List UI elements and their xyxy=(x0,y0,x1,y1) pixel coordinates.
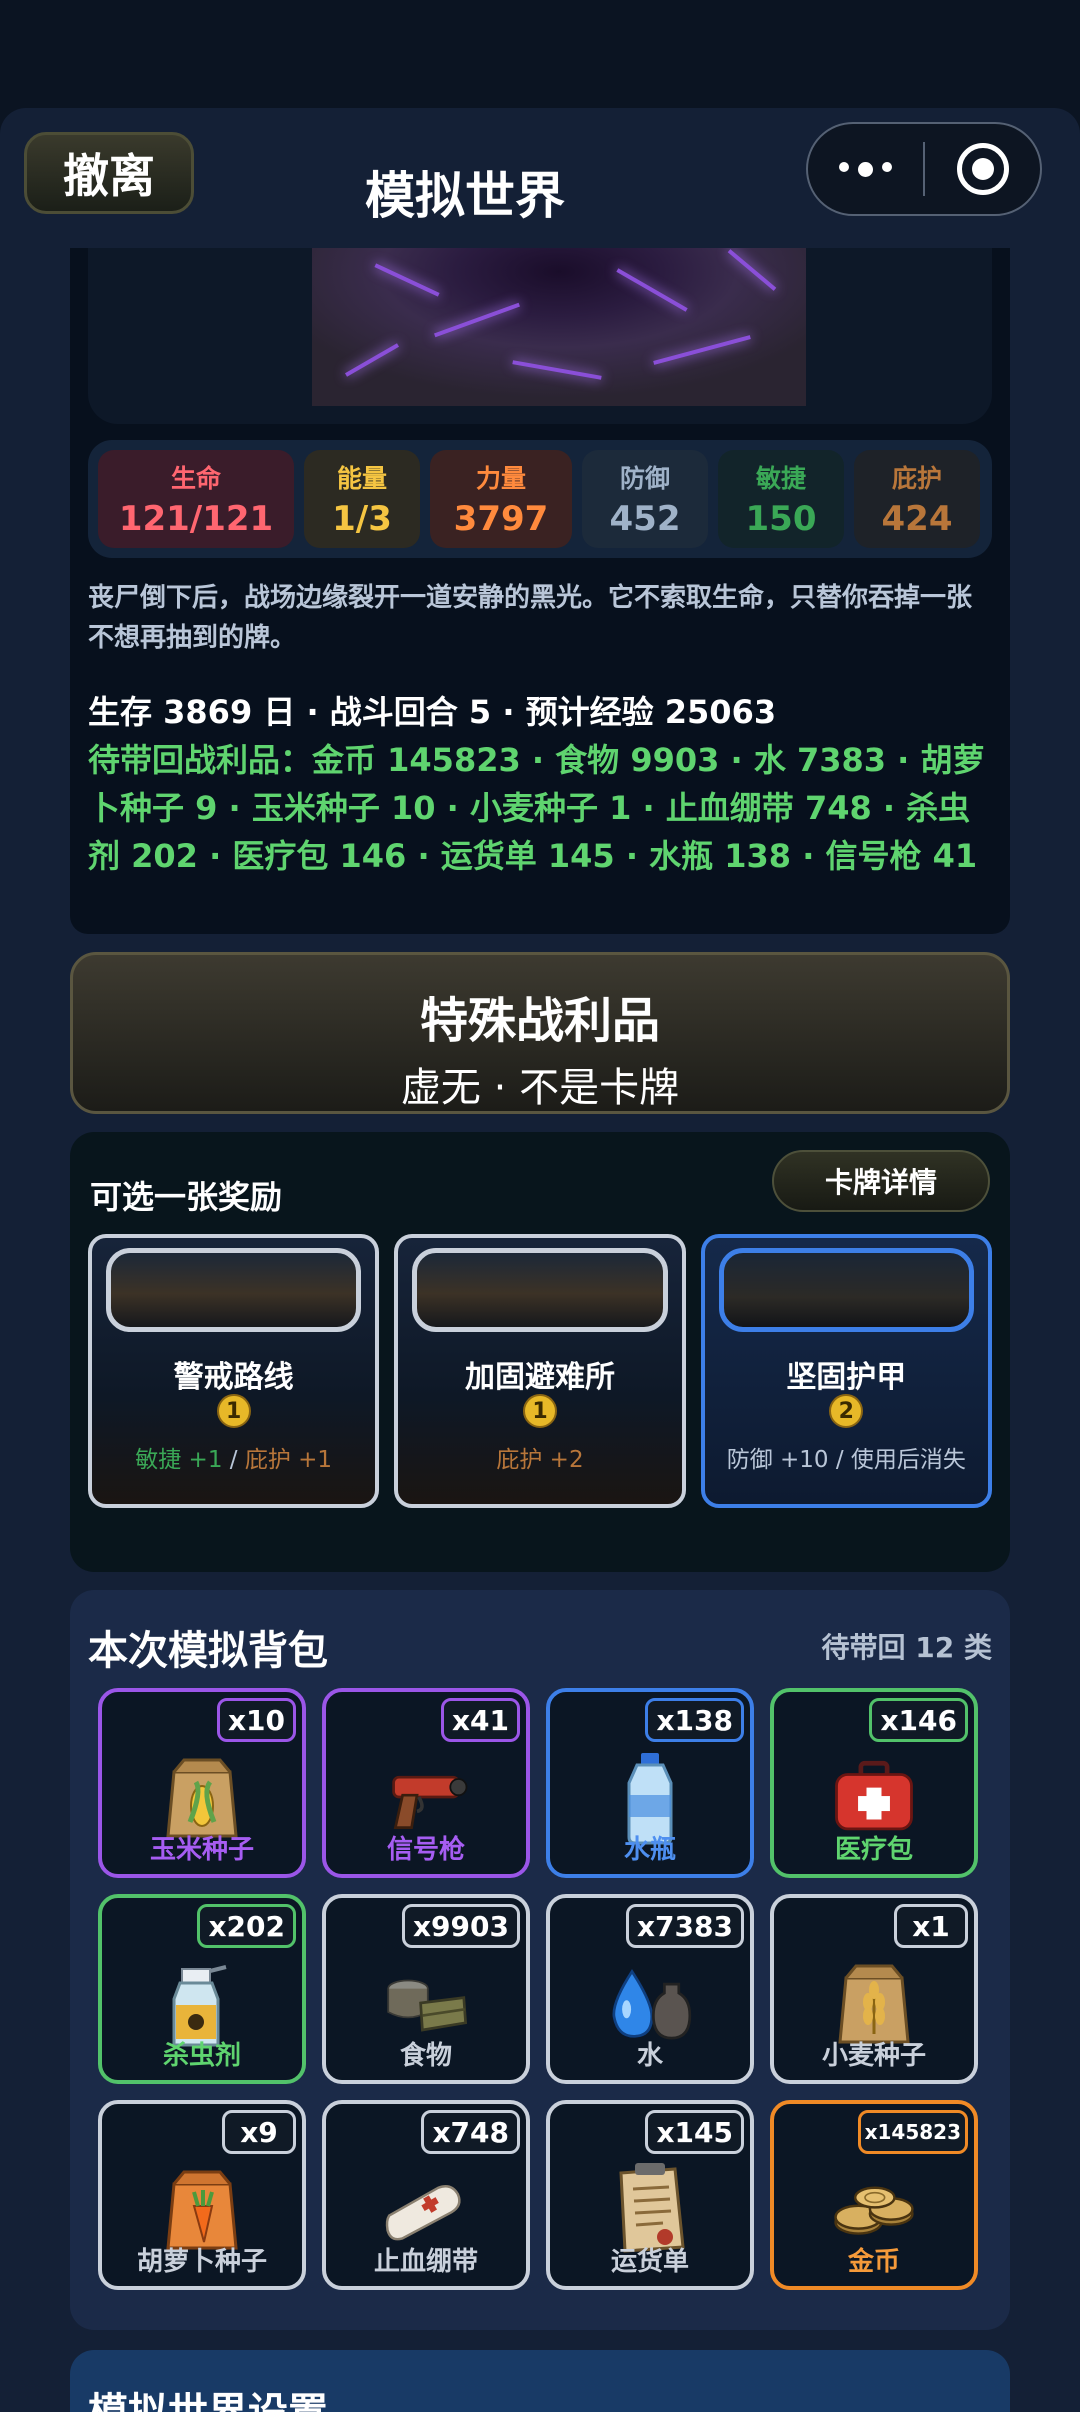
backpack-heading: 本次模拟背包 xyxy=(88,1628,328,1674)
item-name: 杀虫剂 xyxy=(162,2041,241,2071)
item-quantity-badge: x145823 xyxy=(857,2110,968,2154)
stat-strength: 力量 3797 xyxy=(430,450,572,548)
run-summary: 生存 3869 日 · 战斗回合 5 · 预计经验 25063 待带回战利品：金… xyxy=(88,688,992,880)
backpack-item[interactable]: x748 止血绷带 xyxy=(322,2100,530,2290)
backpack-panel: 本次模拟背包 待带回 12 类 x10 玉米种子 x41 信号枪 x138 水瓶 x146 医… xyxy=(70,1590,1010,2330)
backpack-count: 待带回 12 类 xyxy=(821,1631,992,1664)
stat-agility: 敏捷 150 xyxy=(718,450,844,548)
backpack-item[interactable]: x1 小麦种子 xyxy=(770,1894,978,2084)
backpack-item[interactable]: x202 杀虫剂 xyxy=(98,1894,306,2084)
item-name: 金币 xyxy=(847,2247,900,2277)
item-quantity-badge: x9 xyxy=(222,2110,296,2154)
stat-defense: 防御 452 xyxy=(582,450,708,548)
item-name: 水 xyxy=(636,2041,663,2071)
reward-panel: 可选一张奖励 卡牌详情 警戒路线 1 敏捷 +1 / 庇护 +1 加固避难所 1… xyxy=(70,1132,1010,1572)
item-quantity-badge: x9903 xyxy=(402,1904,520,1948)
app-page: 撤离 模拟世界 生命 121/121 能量 1/3 力量 3797 防御 452… xyxy=(0,0,1080,2412)
survival-summary: 生存 3869 日 · 战斗回合 5 · 预计经验 25063 xyxy=(88,693,777,731)
next-section-title: 模拟世界设置 xyxy=(88,2380,328,2412)
battle-info-card: 生命 121/121 能量 1/3 力量 3797 防御 452 敏捷 150 … xyxy=(70,248,1010,934)
backpack-item[interactable]: x145 运货单 xyxy=(546,2100,754,2290)
close-miniprogram-icon[interactable] xyxy=(925,143,1040,195)
card-art-image xyxy=(412,1248,668,1332)
card-name: 加固避难所 xyxy=(464,1360,615,1395)
backpack-item[interactable]: x145823 金币 xyxy=(770,2100,978,2290)
backpack-item[interactable]: x138 水瓶 xyxy=(546,1688,754,1878)
reward-card[interactable]: 坚固护甲 2 防御 +10 / 使用后消失 xyxy=(700,1234,992,1508)
card-name: 坚固护甲 xyxy=(786,1360,907,1395)
narrative-text: 丧尸倒下后，战场边缘裂开一道安静的黑光。它不索取生命，只替你吞掉一张不想再抽到的… xyxy=(88,583,973,653)
card-effect: 防御 +10 / 使用后消失 xyxy=(726,1447,966,1473)
void-rift-image xyxy=(312,248,806,406)
item-quantity-badge: x1 xyxy=(894,1904,968,1948)
status-bar xyxy=(0,0,1080,108)
backpack-item[interactable]: x10 玉米种子 xyxy=(98,1688,306,1878)
special-loot-subtitle: 虚无 · 不是卡牌 xyxy=(400,1065,680,1111)
special-loot-title: 特殊战利品 xyxy=(419,993,660,1049)
card-effect: 庇护 +2 xyxy=(496,1447,584,1473)
reward-card[interactable]: 加固避难所 1 庇护 +2 xyxy=(394,1234,686,1508)
reward-card[interactable]: 警戒路线 1 敏捷 +1 / 庇护 +1 xyxy=(88,1234,380,1508)
item-quantity-badge: x7383 xyxy=(626,1904,744,1948)
item-name: 水瓶 xyxy=(623,1835,676,1865)
card-detail-button[interactable]: 卡牌详情 xyxy=(772,1150,990,1212)
special-loot-button[interactable]: 特殊战利品 虚无 · 不是卡牌 xyxy=(70,952,1010,1114)
card-name: 警戒路线 xyxy=(173,1360,294,1395)
item-name: 胡萝卜种子 xyxy=(136,2247,267,2277)
backpack-item[interactable]: x9 胡萝卜种子 xyxy=(98,2100,306,2290)
item-quantity-badge: x202 xyxy=(197,1904,296,1948)
item-name: 医疗包 xyxy=(834,1835,913,1865)
card-art-image xyxy=(106,1248,362,1332)
item-quantity-badge: x748 xyxy=(421,2110,520,2154)
pending-loot-summary: 待带回战利品：金币 145823 · 食物 9903 · 水 7383 · 胡萝… xyxy=(88,741,985,875)
item-name: 小麦种子 xyxy=(821,2041,926,2071)
item-name: 食物 xyxy=(399,2041,452,2071)
reward-heading: 可选一张奖励 xyxy=(90,1178,283,1216)
backpack-item[interactable]: x9903 食物 xyxy=(322,1894,530,2084)
stat-energy: 能量 1/3 xyxy=(304,450,420,548)
item-quantity-badge: x138 xyxy=(645,1698,744,1742)
item-name: 运货单 xyxy=(610,2247,689,2277)
item-quantity-badge: x145 xyxy=(645,2110,744,2154)
energy-cost-icon: 1 xyxy=(216,1394,251,1428)
card-art-image xyxy=(718,1248,974,1332)
reward-cards: 警戒路线 1 敏捷 +1 / 庇护 +1 加固避难所 1 庇护 +2 坚固护甲 … xyxy=(88,1234,992,1508)
item-name: 信号枪 xyxy=(386,1835,465,1865)
item-name: 玉米种子 xyxy=(149,1835,254,1865)
item-quantity-badge: x10 xyxy=(216,1698,296,1742)
backpack-item[interactable]: x41 信号枪 xyxy=(322,1688,530,1878)
next-section-header: 模拟世界设置 xyxy=(70,2350,1010,2412)
backpack-item[interactable]: x7383 水 xyxy=(546,1894,754,2084)
stats-bar: 生命 121/121 能量 1/3 力量 3797 防御 452 敏捷 150 … xyxy=(88,440,992,558)
stat-hp: 生命 121/121 xyxy=(98,450,294,548)
capsule-menu xyxy=(806,122,1042,216)
page-title: 模拟世界 xyxy=(365,167,565,225)
backpack-grid: x10 玉米种子 x41 信号枪 x138 水瓶 x146 医疗包 x202 杀虫剂 x9903 食物… xyxy=(98,1688,982,2290)
more-icon[interactable] xyxy=(808,161,923,177)
stat-shelter: 庇护 424 xyxy=(854,450,980,548)
item-quantity-badge: x41 xyxy=(440,1698,520,1742)
backpack-item[interactable]: x146 医疗包 xyxy=(770,1688,978,1878)
card-effect: 敏捷 +1 / 庇护 +1 xyxy=(135,1447,333,1473)
nav-header: 撤离 模拟世界 xyxy=(0,108,1080,248)
energy-cost-icon: 1 xyxy=(522,1394,557,1428)
item-quantity-badge: x146 xyxy=(869,1698,968,1742)
scene-art-frame xyxy=(88,248,992,424)
item-name: 止血绷带 xyxy=(373,2247,478,2277)
energy-cost-icon: 2 xyxy=(829,1394,864,1428)
